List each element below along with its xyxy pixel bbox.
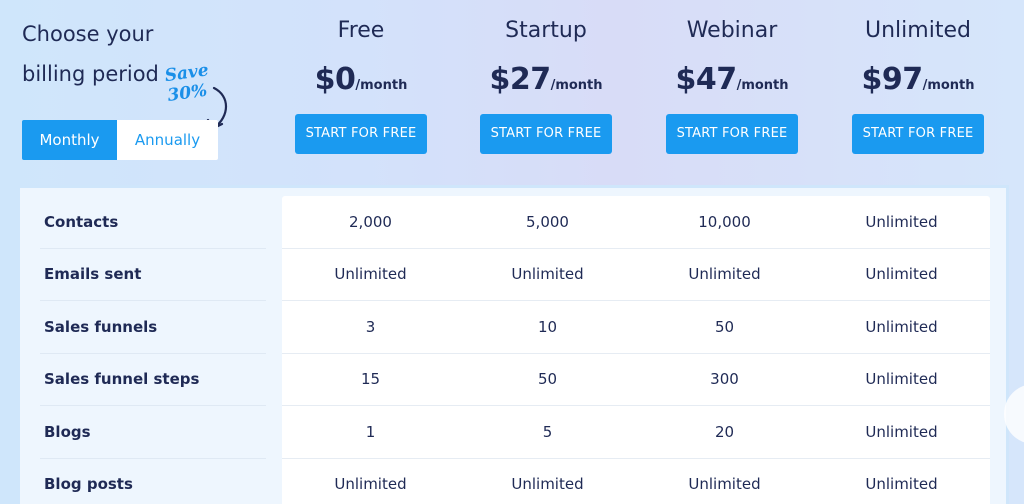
billing-title-line1: Choose your bbox=[22, 22, 154, 46]
pricing-page: Choose your billing period Save 30% Mont… bbox=[0, 0, 1024, 504]
table-row: Unlimited Unlimited Unlimited Unlimited bbox=[282, 459, 990, 504]
table-cell: Unlimited bbox=[865, 475, 938, 494]
table-cell: 2,000 bbox=[349, 212, 392, 231]
plan-price: $27/month bbox=[453, 62, 639, 102]
plan-name: Webinar bbox=[686, 18, 778, 43]
table-cell: 15 bbox=[360, 370, 381, 389]
feature-label: Contacts bbox=[40, 196, 266, 249]
plan-name: Free bbox=[337, 18, 385, 43]
start-for-free-button[interactable]: START FOR FREE bbox=[295, 114, 427, 154]
table-cell: Unlimited bbox=[511, 475, 584, 494]
table-cell: 10 bbox=[537, 317, 558, 336]
table-cell: Unlimited bbox=[865, 317, 938, 336]
table-row: Unlimited Unlimited Unlimited Unlimited bbox=[282, 249, 990, 301]
plan-unlimited: Unlimited $97/month START FOR FREE bbox=[825, 14, 1011, 154]
table-cell: Unlimited bbox=[688, 265, 761, 284]
feature-comparison-table: Contacts Emails sent Sales funnels Sales… bbox=[17, 185, 1009, 504]
table-cell: 300 bbox=[710, 370, 739, 389]
price-amount: $27 bbox=[489, 62, 551, 97]
feature-label: Emails sent bbox=[40, 249, 266, 301]
table-cell: 5 bbox=[542, 422, 553, 441]
table-cell: Unlimited bbox=[688, 475, 761, 494]
feature-labels-column: Contacts Emails sent Sales funnels Sales… bbox=[40, 196, 266, 504]
price-amount: $97 bbox=[861, 62, 923, 97]
plan-price: $97/month bbox=[825, 62, 1011, 102]
table-cell: 50 bbox=[537, 370, 558, 389]
plan-name: Startup bbox=[505, 18, 587, 43]
table-cell: 10,000 bbox=[698, 212, 751, 231]
table-row: 15 50 300 Unlimited bbox=[282, 354, 990, 406]
price-amount: $47 bbox=[675, 62, 737, 97]
price-period: /month bbox=[736, 78, 789, 93]
table-cell: 20 bbox=[714, 422, 735, 441]
plan-price: $0/month bbox=[268, 62, 454, 102]
table-cell: Unlimited bbox=[865, 422, 938, 441]
table-cell: Unlimited bbox=[865, 265, 938, 284]
table-row: 2,000 5,000 10,000 Unlimited bbox=[282, 196, 990, 249]
feature-label: Sales funnels bbox=[40, 301, 266, 354]
feature-label: Blogs bbox=[40, 406, 266, 459]
table-cell: 50 bbox=[714, 317, 735, 336]
start-for-free-button[interactable]: START FOR FREE bbox=[666, 114, 798, 154]
table-cell: Unlimited bbox=[865, 212, 938, 231]
table-cell: Unlimited bbox=[334, 475, 407, 494]
table-cell: Unlimited bbox=[334, 265, 407, 284]
table-cell: 3 bbox=[365, 317, 376, 336]
price-amount: $0 bbox=[314, 62, 356, 97]
price-period: /month bbox=[922, 78, 975, 93]
start-for-free-button[interactable]: START FOR FREE bbox=[852, 114, 984, 154]
plan-webinar: Webinar $47/month START FOR FREE bbox=[639, 14, 825, 154]
billing-toggle: Monthly Annually bbox=[22, 120, 218, 160]
plan-price: $47/month bbox=[639, 62, 825, 102]
table-row: 3 10 50 Unlimited bbox=[282, 301, 990, 354]
plan-startup: Startup $27/month START FOR FREE bbox=[453, 14, 639, 154]
feature-label: Blog posts bbox=[40, 459, 266, 504]
table-cell: Unlimited bbox=[865, 370, 938, 389]
annually-toggle-button[interactable]: Annually bbox=[117, 120, 218, 160]
price-period: /month bbox=[355, 78, 408, 93]
table-cell: Unlimited bbox=[511, 265, 584, 284]
table-cell: 1 bbox=[365, 422, 376, 441]
plan-free: Free $0/month START FOR FREE bbox=[268, 14, 454, 154]
table-row: 1 5 20 Unlimited bbox=[282, 406, 990, 459]
start-for-free-button[interactable]: START FOR FREE bbox=[480, 114, 612, 154]
plan-name: Unlimited bbox=[865, 18, 971, 43]
feature-label: Sales funnel steps bbox=[40, 354, 266, 406]
table-cell: 5,000 bbox=[526, 212, 569, 231]
price-period: /month bbox=[550, 78, 603, 93]
monthly-toggle-button[interactable]: Monthly bbox=[22, 120, 117, 160]
feature-values-panel: 2,000 5,000 10,000 Unlimited Unlimited U… bbox=[282, 196, 990, 504]
